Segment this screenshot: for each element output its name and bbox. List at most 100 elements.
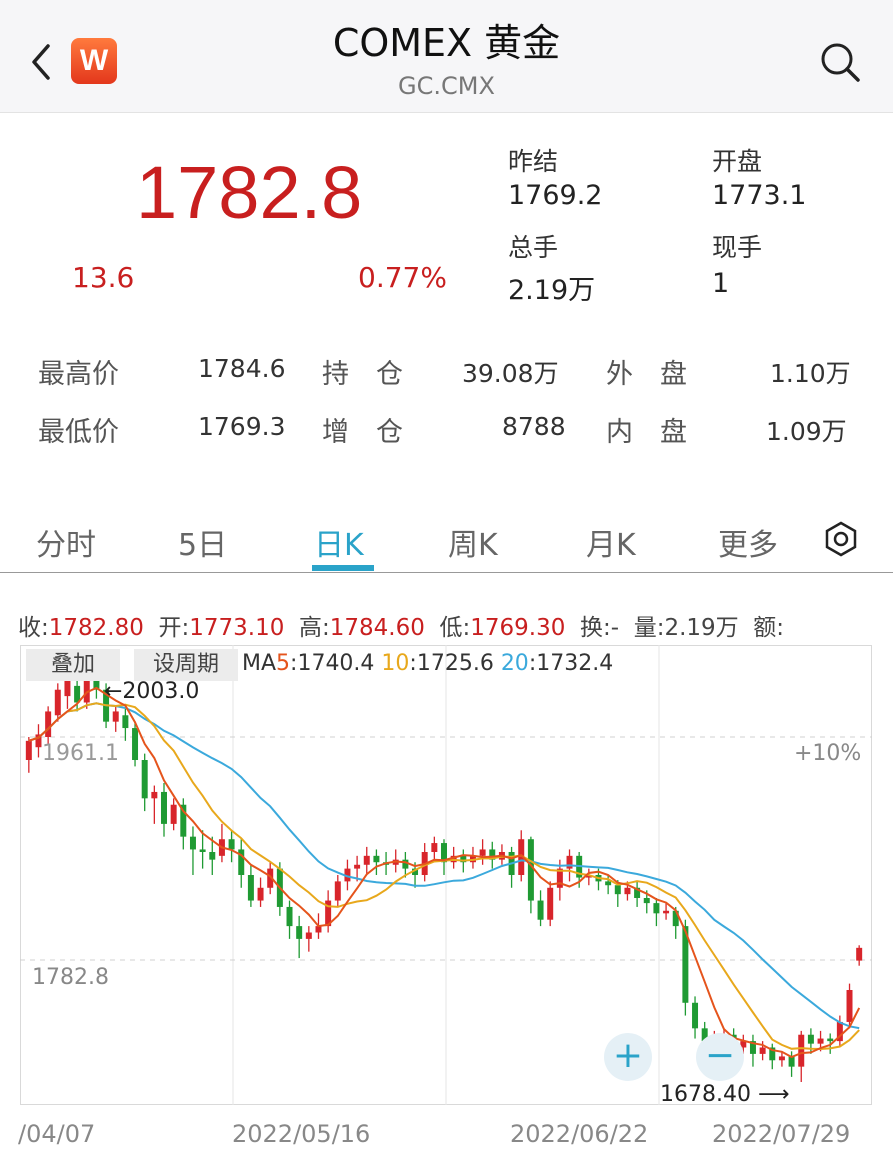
open-interest-label: 持 仓	[322, 359, 403, 390]
total-volume-label: 总手	[508, 233, 559, 262]
kline-chart[interactable]: 叠加 设周期 MA5:1740.4 10:1725.6 20:1732.4 ←2…	[20, 645, 872, 1107]
open-value: 1773.1	[712, 180, 807, 211]
settings-icon[interactable]	[822, 520, 860, 558]
last-price: 1782.8	[136, 151, 363, 234]
open-value: 1773.10	[189, 615, 285, 641]
candle-body	[614, 885, 621, 895]
ma20-key: 20	[500, 651, 529, 676]
candle-body	[759, 1047, 766, 1054]
turnover-label: 换:-	[580, 615, 620, 641]
outer-volume-label: 外 盘	[606, 359, 687, 390]
level-label: 1961.1	[42, 741, 119, 766]
candle-body	[363, 855, 370, 865]
min-price-marker: 1678.40 ⟶	[660, 1082, 790, 1107]
candle-body	[807, 1034, 814, 1044]
pct-label: +10%	[794, 741, 862, 766]
ma-prefix: MA	[242, 651, 277, 676]
ma5-key: 5	[276, 651, 291, 676]
candle-body	[228, 839, 235, 850]
high-value: 1784.60	[329, 615, 425, 641]
candle-body	[605, 881, 612, 886]
ma20-value: :1732.4	[528, 651, 614, 676]
inner-volume-value: 1.09万	[766, 417, 847, 446]
high-label: 最高价	[38, 359, 119, 390]
low-value: 1769.30	[470, 615, 566, 641]
volume-value: 2.19万	[664, 615, 739, 641]
close-label: 收:	[18, 615, 49, 641]
open-label: 开盘	[712, 147, 763, 176]
zoom-in-button[interactable]: +	[604, 1033, 652, 1081]
candle-body	[54, 689, 61, 716]
low-label: 最低价	[38, 417, 119, 448]
date-tick: 2022/06/22	[510, 1120, 649, 1148]
candle-body	[161, 791, 167, 824]
tab-more[interactable]: 更多	[718, 520, 778, 564]
candle-body	[354, 864, 361, 869]
candle-body	[257, 887, 264, 901]
date-tick: 2022/05/16	[232, 1120, 371, 1148]
candle-body	[112, 711, 119, 722]
tab-weekly-k[interactable]: 周K	[448, 520, 498, 564]
candle-body	[856, 947, 863, 961]
high-value: 1784.6	[198, 354, 286, 383]
current-price-label: 1782.8	[32, 965, 109, 990]
high-label: 高:	[299, 615, 330, 641]
candle-body	[798, 1034, 805, 1067]
chart-tabs: 分时 5日 日K 周K 月K 更多	[0, 500, 893, 573]
search-icon[interactable]	[818, 40, 862, 84]
total-volume-value: 2.19万	[508, 275, 596, 306]
candle-body	[286, 906, 293, 927]
page-title: COMEX 黄金	[332, 21, 561, 65]
candle-body	[431, 843, 438, 852]
candle-body	[827, 1038, 834, 1042]
oi-change-value: 8788	[502, 412, 566, 441]
outer-volume-value: 1.10万	[770, 359, 851, 388]
candle-body	[141, 760, 148, 799]
tab-daily-k[interactable]: 日K	[314, 520, 364, 564]
inner-volume-label: 内 盘	[606, 417, 687, 448]
ma5-value: :1740.4	[290, 651, 375, 676]
candle-body	[527, 839, 534, 901]
zoom-out-button[interactable]: −	[696, 1033, 744, 1081]
price-change: 13.6	[72, 261, 135, 294]
ma10-key: 10	[381, 651, 410, 676]
candle-body	[624, 887, 631, 895]
candle-body	[653, 903, 660, 914]
tab-intraday[interactable]: 分时	[36, 520, 96, 564]
low-label: 低:	[439, 615, 471, 641]
candle-body	[209, 852, 216, 860]
amount-label: 额:	[753, 615, 785, 641]
open-label: 开:	[158, 615, 190, 641]
app-header: W COMEX 黄金 GC.CMX	[0, 0, 893, 113]
candle-body	[778, 1056, 785, 1061]
candle-body	[334, 881, 341, 901]
candle-body	[199, 849, 206, 852]
tab-5day[interactable]: 5日	[178, 520, 227, 564]
kline-svg	[20, 645, 872, 1105]
tab-monthly-k[interactable]: 月K	[586, 520, 636, 564]
candle-body	[566, 855, 573, 869]
set-period-button[interactable]: 设周期	[134, 649, 238, 681]
candle-body	[247, 875, 254, 901]
candle-body	[402, 859, 409, 869]
candle-body	[132, 728, 139, 760]
candle-body	[45, 711, 52, 737]
low-value: 1769.3	[198, 412, 286, 441]
candle-body	[25, 740, 32, 760]
prev-settle-value: 1769.2	[508, 180, 603, 211]
candle-body	[643, 898, 650, 904]
overlay-button[interactable]: 叠加	[26, 649, 120, 681]
candle-body	[692, 1002, 699, 1029]
candle-body	[373, 855, 380, 863]
current-volume-value: 1	[712, 268, 730, 299]
candle-body	[479, 849, 486, 856]
page-subtitle: GC.CMX	[398, 72, 495, 100]
max-price-marker: ←2003.0	[104, 679, 200, 704]
ma-legend: MA5:1740.4 10:1725.6 20:1732.4	[242, 651, 613, 676]
candle-body	[537, 900, 544, 920]
candle-body	[296, 926, 303, 939]
active-tab-indicator	[312, 565, 374, 571]
oi-change-label: 增 仓	[322, 417, 403, 448]
open-interest-value: 39.08万	[462, 359, 559, 388]
candle-body	[64, 680, 71, 697]
